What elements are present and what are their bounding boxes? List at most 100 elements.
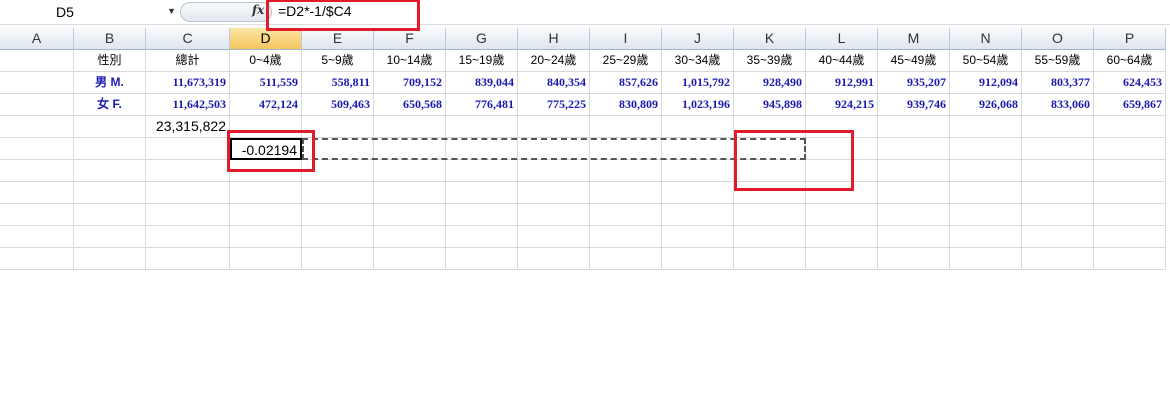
active-cell-d5[interactable]: -0.02194: [230, 138, 302, 160]
column-header-m[interactable]: M: [878, 28, 950, 50]
cell-k7[interactable]: [734, 182, 806, 204]
cell-g6[interactable]: [446, 160, 518, 182]
female-cell-c[interactable]: 11,642,503: [146, 94, 230, 116]
cell-g10[interactable]: [446, 248, 518, 270]
cell-f8[interactable]: [374, 204, 446, 226]
cell-a4[interactable]: [0, 116, 74, 138]
cell-a3[interactable]: [0, 94, 74, 116]
male-cell-n[interactable]: 912,094: [950, 72, 1022, 94]
cell-e7[interactable]: [302, 182, 374, 204]
cell-j7[interactable]: [662, 182, 734, 204]
column-header-e[interactable]: E: [302, 28, 374, 50]
cell-j8[interactable]: [662, 204, 734, 226]
cell-n6[interactable]: [950, 160, 1022, 182]
cell-c10[interactable]: [146, 248, 230, 270]
cell-c9[interactable]: [146, 226, 230, 248]
cell-f10[interactable]: [374, 248, 446, 270]
cell-i7[interactable]: [590, 182, 662, 204]
male-cell-f[interactable]: 709,152: [374, 72, 446, 94]
female-cell-b[interactable]: 女 F.: [74, 94, 146, 116]
column-header-d[interactable]: D: [230, 28, 302, 50]
cell-a7[interactable]: [0, 182, 74, 204]
cell-c7[interactable]: [146, 182, 230, 204]
cell-l6[interactable]: [806, 160, 878, 182]
total-cell-c[interactable]: 23,315,822: [146, 116, 230, 138]
cell-n4[interactable]: [950, 116, 1022, 138]
female-cell-f[interactable]: 650,568: [374, 94, 446, 116]
cell-e4[interactable]: [302, 116, 374, 138]
column-header-p[interactable]: P: [1094, 28, 1166, 50]
cell-p10[interactable]: [1094, 248, 1166, 270]
male-cell-o[interactable]: 803,377: [1022, 72, 1094, 94]
cell-j4[interactable]: [662, 116, 734, 138]
chevron-down-icon[interactable]: ▼: [167, 6, 176, 16]
cell-l5[interactable]: [806, 138, 878, 160]
cell-l7[interactable]: [806, 182, 878, 204]
cell-p4[interactable]: [1094, 116, 1166, 138]
cell-j9[interactable]: [662, 226, 734, 248]
column-header-o[interactable]: O: [1022, 28, 1094, 50]
cell-k10[interactable]: [734, 248, 806, 270]
cell-p7[interactable]: [1094, 182, 1166, 204]
female-cell-e[interactable]: 509,463: [302, 94, 374, 116]
cell-m9[interactable]: [878, 226, 950, 248]
cell-a2[interactable]: [0, 72, 74, 94]
cell-d9[interactable]: [230, 226, 302, 248]
cell-i10[interactable]: [590, 248, 662, 270]
cell-p5[interactable]: [1094, 138, 1166, 160]
male-cell-i[interactable]: 857,626: [590, 72, 662, 94]
header-cell-e[interactable]: 5~9歲: [302, 50, 374, 72]
header-cell-n[interactable]: 50~54歲: [950, 50, 1022, 72]
cell-m7[interactable]: [878, 182, 950, 204]
cell-b10[interactable]: [74, 248, 146, 270]
function-icon[interactable]: fx: [252, 3, 264, 17]
header-cell-m[interactable]: 45~49歲: [878, 50, 950, 72]
cell-l8[interactable]: [806, 204, 878, 226]
cell-d7[interactable]: [230, 182, 302, 204]
female-cell-g[interactable]: 776,481: [446, 94, 518, 116]
cell-o4[interactable]: [1022, 116, 1094, 138]
cell-n8[interactable]: [950, 204, 1022, 226]
cell-f4[interactable]: [374, 116, 446, 138]
cell-f7[interactable]: [374, 182, 446, 204]
column-header-g[interactable]: G: [446, 28, 518, 50]
cell-m4[interactable]: [878, 116, 950, 138]
cell-p9[interactable]: [1094, 226, 1166, 248]
cell-i6[interactable]: [590, 160, 662, 182]
male-cell-h[interactable]: 840,354: [518, 72, 590, 94]
cell-o6[interactable]: [1022, 160, 1094, 182]
cell-j10[interactable]: [662, 248, 734, 270]
header-cell-h[interactable]: 20~24歲: [518, 50, 590, 72]
cell-f9[interactable]: [374, 226, 446, 248]
cell-i8[interactable]: [590, 204, 662, 226]
column-header-i[interactable]: I: [590, 28, 662, 50]
cell-c6[interactable]: [146, 160, 230, 182]
cell-d6[interactable]: [230, 160, 302, 182]
cell-m8[interactable]: [878, 204, 950, 226]
cell-e8[interactable]: [302, 204, 374, 226]
female-cell-p[interactable]: 659,867: [1094, 94, 1166, 116]
cell-b6[interactable]: [74, 160, 146, 182]
male-cell-g[interactable]: 839,044: [446, 72, 518, 94]
cell-i9[interactable]: [590, 226, 662, 248]
female-cell-d[interactable]: 472,124: [230, 94, 302, 116]
cell-g9[interactable]: [446, 226, 518, 248]
header-cell-f[interactable]: 10~14歲: [374, 50, 446, 72]
column-header-c[interactable]: C: [146, 28, 230, 50]
column-header-n[interactable]: N: [950, 28, 1022, 50]
female-cell-m[interactable]: 939,746: [878, 94, 950, 116]
column-header-l[interactable]: L: [806, 28, 878, 50]
cell-p8[interactable]: [1094, 204, 1166, 226]
cell-c5[interactable]: [146, 138, 230, 160]
male-cell-c[interactable]: 11,673,319: [146, 72, 230, 94]
header-cell-j[interactable]: 30~34歲: [662, 50, 734, 72]
cell-g7[interactable]: [446, 182, 518, 204]
cell-n7[interactable]: [950, 182, 1022, 204]
cell-e10[interactable]: [302, 248, 374, 270]
cell-n9[interactable]: [950, 226, 1022, 248]
cell-e6[interactable]: [302, 160, 374, 182]
cell-n10[interactable]: [950, 248, 1022, 270]
cell-o8[interactable]: [1022, 204, 1094, 226]
cell-i4[interactable]: [590, 116, 662, 138]
cell-c8[interactable]: [146, 204, 230, 226]
